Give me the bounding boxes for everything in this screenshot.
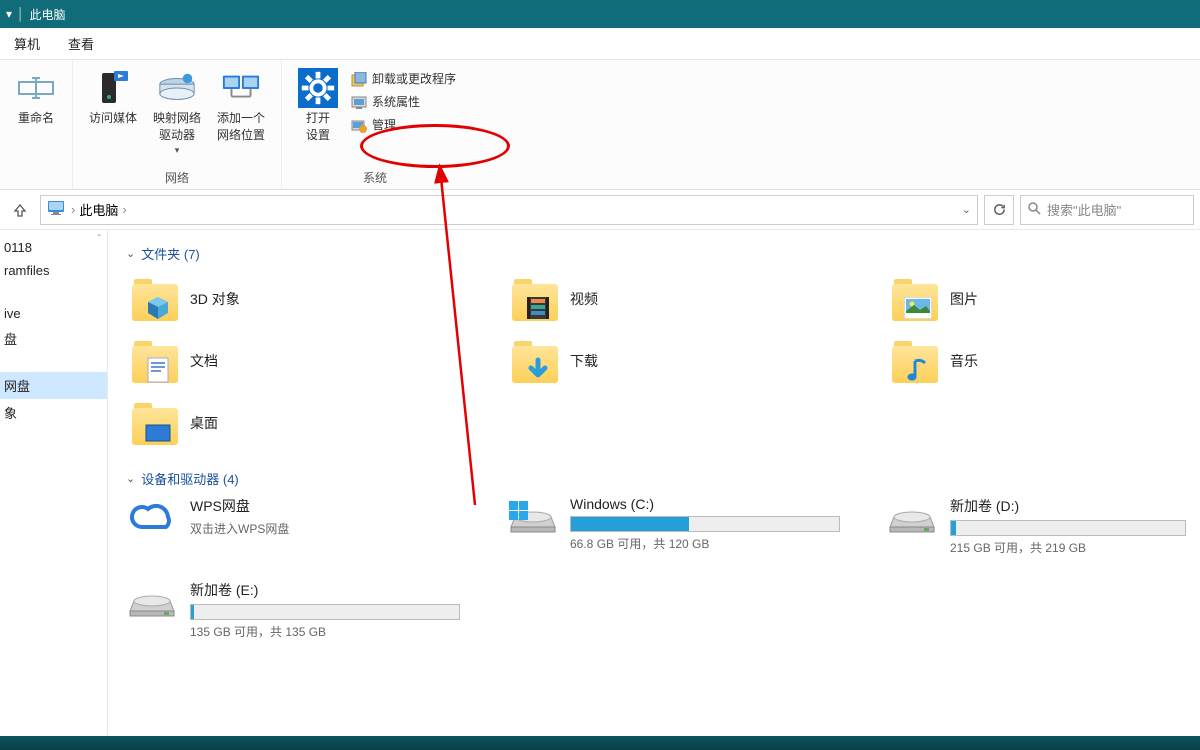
chevron-down-icon: ⌄: [126, 472, 135, 485]
titlebar-location: 此电脑: [30, 6, 66, 23]
add-network-button[interactable]: 添加一个 网络位置: [209, 64, 273, 148]
chevron-down-icon[interactable]: ⌄: [962, 203, 971, 216]
folder-label: 音乐: [950, 351, 978, 371]
content-pane[interactable]: ⌄ 文件夹 (7) 3D 对象 视频 图片 文档 下载: [108, 230, 1200, 750]
map-drive-button[interactable]: 映射网络 驱动器 ▾: [145, 64, 209, 160]
access-media-button[interactable]: 访问媒体: [81, 64, 145, 131]
folder-icon: [890, 337, 940, 385]
drive-usage-bar: [570, 516, 840, 532]
section-title: 设备和驱动器 (4): [141, 469, 239, 488]
drive-subtext: 66.8 GB 可用，共 120 GB: [570, 535, 840, 552]
pc-icon: [47, 200, 65, 219]
ribbon-group-rename: 重命名: [0, 60, 73, 189]
cloud-icon: [126, 496, 178, 538]
drive-usage-bar: [950, 520, 1186, 536]
rename-icon: [16, 68, 56, 108]
drive-subtext: 双击进入WPS网盘: [190, 520, 460, 537]
sidebar-item[interactable]: 象: [0, 399, 107, 426]
drives-section-header[interactable]: ⌄ 设备和驱动器 (4): [126, 469, 1182, 488]
folder-icon: [130, 399, 180, 447]
network-location-icon: [221, 68, 261, 108]
sidebar-item[interactable]: ramfiles: [0, 259, 107, 282]
folder-label: 视频: [570, 289, 598, 309]
folder-label: 3D 对象: [190, 289, 240, 309]
address-field[interactable]: › 此电脑 › ⌄: [40, 195, 978, 225]
folder-item[interactable]: 文档: [126, 333, 506, 389]
scroll-up-icon: ˆ: [98, 234, 101, 245]
folder-item[interactable]: 图片: [886, 271, 1186, 327]
folders-grid: 3D 对象 视频 图片 文档 下载 音乐 桌面: [126, 271, 1182, 451]
chevron-down-icon: ⌄: [126, 247, 135, 260]
drive-name: Windows (C:): [570, 496, 840, 512]
sidebar-item-selected[interactable]: 网盘: [0, 372, 107, 399]
media-server-icon: [93, 68, 133, 108]
drives-grid: WPS网盘 双击进入WPS网盘 Windows (C:) 66.8 GB 可用，…: [126, 496, 1182, 640]
tab-view[interactable]: 查看: [54, 28, 108, 59]
folder-icon: [510, 337, 560, 385]
main-area: ˆ 0118 ramfiles ive 盘 网盘 象 ⌄ 文件夹 (7) 3D …: [0, 230, 1200, 750]
disk-icon: [886, 496, 938, 538]
nav-up-button[interactable]: [6, 196, 34, 224]
folders-section-header[interactable]: ⌄ 文件夹 (7): [126, 244, 1182, 263]
taskbar: [0, 736, 1200, 750]
open-settings-button[interactable]: 打开 设置: [290, 64, 346, 148]
drive-name: 新加卷 (D:): [950, 496, 1186, 516]
drive-item[interactable]: 新加卷 (D:) 215 GB 可用，共 219 GB: [886, 496, 1186, 556]
system-group-label: 系统: [290, 169, 460, 187]
ribbon-group-network: 访问媒体 映射网络 驱动器 ▾ 添加一个 网络位置 网络: [73, 60, 282, 189]
folder-item[interactable]: 音乐: [886, 333, 1186, 389]
system-properties-button[interactable]: 系统属性: [346, 91, 460, 114]
drive-subtext: 215 GB 可用，共 219 GB: [950, 539, 1186, 556]
manage-button[interactable]: 管理: [346, 114, 460, 137]
settings-gear-icon: [298, 68, 338, 108]
folder-item[interactable]: 下载: [506, 333, 886, 389]
ribbon: 重命名 访问媒体 映射网络 驱动器 ▾: [0, 60, 1200, 190]
sidebar-item[interactable]: 盘: [0, 325, 107, 352]
folder-icon: [130, 337, 180, 385]
title-bar: ▾ │ 此电脑: [0, 0, 1200, 28]
folder-icon: [510, 275, 560, 323]
system-properties-icon: [350, 94, 368, 112]
folder-label: 图片: [950, 289, 978, 309]
drive-item[interactable]: 新加卷 (E:) 135 GB 可用，共 135 GB: [126, 580, 506, 640]
tab-computer[interactable]: 算机: [0, 28, 54, 59]
folder-label: 文档: [190, 351, 218, 371]
ribbon-group-system: 打开 设置 卸载或更改程序 系统属性 管理 系统: [282, 60, 468, 189]
dropdown-indicator: ▾: [175, 144, 180, 157]
map-drive-icon: [157, 68, 197, 108]
folder-label: 桌面: [190, 413, 218, 433]
address-bar: › 此电脑 › ⌄ 搜索"此电脑": [0, 190, 1200, 230]
section-title: 文件夹 (7): [141, 244, 200, 263]
drive-item[interactable]: WPS网盘 双击进入WPS网盘: [126, 496, 506, 556]
folder-icon: [890, 275, 940, 323]
folder-label: 下载: [570, 351, 598, 371]
disk-icon: [506, 496, 558, 538]
folder-item[interactable]: 视频: [506, 271, 886, 327]
network-group-label: 网络: [81, 169, 273, 187]
navigation-sidebar[interactable]: ˆ 0118 ramfiles ive 盘 网盘 象: [0, 230, 108, 750]
manage-icon: [350, 117, 368, 135]
breadcrumb[interactable]: › 此电脑 ›: [71, 200, 127, 219]
titlebar-appicon: ▾: [6, 7, 12, 21]
folder-icon: [130, 275, 180, 323]
drive-usage-bar: [190, 604, 460, 620]
drive-item[interactable]: Windows (C:) 66.8 GB 可用，共 120 GB: [506, 496, 886, 556]
search-icon: [1027, 201, 1041, 218]
drive-subtext: 135 GB 可用，共 135 GB: [190, 623, 460, 640]
folder-item[interactable]: 3D 对象: [126, 271, 506, 327]
disk-icon: [126, 580, 178, 622]
drive-name: 新加卷 (E:): [190, 580, 460, 600]
sidebar-item[interactable]: ive: [0, 302, 107, 325]
sidebar-item[interactable]: 0118: [0, 236, 107, 259]
uninstall-icon: [350, 71, 368, 89]
folder-item[interactable]: 桌面: [126, 395, 506, 451]
search-input[interactable]: 搜索"此电脑": [1020, 195, 1194, 225]
refresh-button[interactable]: [984, 195, 1014, 225]
ribbon-tabs: 算机 查看: [0, 28, 1200, 60]
drive-name: WPS网盘: [190, 496, 460, 516]
rename-button[interactable]: 重命名: [8, 64, 64, 131]
uninstall-button[interactable]: 卸载或更改程序: [346, 68, 460, 91]
